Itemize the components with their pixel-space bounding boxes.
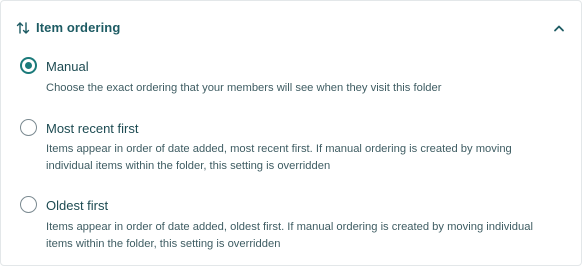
radio-manual[interactable]	[20, 57, 37, 74]
description-line: Items appear in order of date added, old…	[46, 221, 533, 233]
section-title: Item ordering	[36, 20, 121, 35]
description-line: individual items within the folder, this…	[46, 160, 331, 172]
radio-oldest-first[interactable]	[20, 196, 37, 213]
chevron-up-icon[interactable]	[553, 23, 565, 33]
radio-most-recent-first[interactable]	[20, 119, 37, 136]
ordering-option-manual[interactable]: Manual Choose the exact ordering that yo…	[1, 56, 581, 100]
radio-selected-dot	[25, 62, 32, 69]
description-line: Items appear in order of date added, mos…	[46, 143, 512, 155]
sort-arrows-icon	[16, 22, 30, 34]
item-ordering-panel: Item ordering Manual Choose the exact or…	[0, 0, 582, 266]
option-label-oldest-first: Oldest first	[46, 198, 109, 213]
ordering-option-most-recent-first[interactable]: Most recent first Items appear in order …	[1, 117, 581, 177]
option-description-manual: Choose the exact ordering that your memb…	[46, 82, 442, 94]
item-ordering-header[interactable]: Item ordering	[1, 1, 581, 55]
option-description-most-recent-first: Items appear in order of date added, mos…	[46, 141, 571, 175]
option-label-most-recent-first: Most recent first	[46, 121, 139, 136]
option-label-manual: Manual	[46, 59, 89, 74]
option-description-oldest-first: Items appear in order of date added, old…	[46, 219, 571, 253]
description-line: items within the folder, this setting is…	[46, 238, 281, 250]
ordering-option-oldest-first[interactable]: Oldest first Items appear in order of da…	[1, 195, 581, 255]
